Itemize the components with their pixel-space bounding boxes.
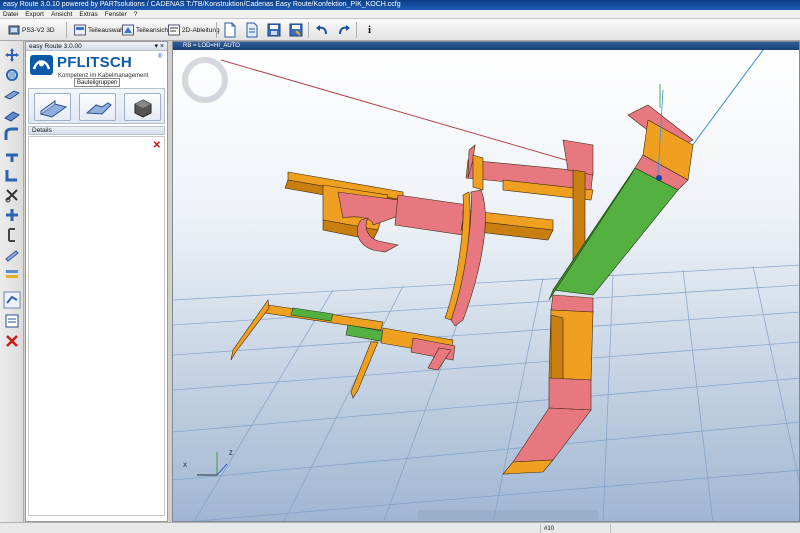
tray-segment-icon[interactable] (4, 107, 20, 123)
straight-tray-icon[interactable] (4, 87, 20, 103)
drawing-2d-icon (168, 24, 180, 36)
easy-route-panel: easy Route 3.0.00 ▾ × PFLITSCH ® Kompete… (25, 41, 168, 522)
parts-selection-icon (74, 24, 86, 36)
info-icon: i (368, 24, 372, 36)
undo-icon[interactable] (314, 22, 330, 38)
panel-controls[interactable]: ▾ × (154, 42, 164, 51)
window-title: easy Route 3.0.10 powered by PARTsolutio… (0, 0, 800, 10)
open-file-icon[interactable] (244, 22, 260, 38)
stack-icon[interactable] (4, 267, 20, 283)
toolbar-separator (66, 22, 67, 38)
axis-z-label: Z (229, 451, 233, 457)
panel-header: easy Route 3.0.00 ▾ × (26, 42, 167, 51)
menu-ansicht[interactable]: Ansicht (51, 10, 72, 18)
part-groups (28, 88, 165, 124)
bend-icon[interactable] (4, 127, 20, 143)
status-page: #10 (540, 524, 610, 533)
logo-text: PFLITSCH (57, 54, 132, 71)
panel-title: easy Route 3.0.00 (29, 43, 82, 50)
straight-tray-part-icon (39, 100, 68, 118)
details-panel: ✕ (28, 136, 165, 516)
menu-datei[interactable]: Datei (3, 10, 18, 18)
new-file-icon[interactable] (222, 22, 238, 38)
bracket-icon[interactable] (4, 227, 20, 243)
3d-viewport[interactable]: RB = LOD=HI_AUTO X Z (172, 41, 800, 522)
part-group-accessory-button[interactable] (124, 93, 161, 121)
viewport-header: RB = LOD=HI_AUTO (173, 42, 799, 50)
part-group-straight-button[interactable] (34, 93, 71, 121)
ps3d-icon (8, 25, 20, 35)
status-bar: #10 (0, 522, 800, 533)
accessory-part-icon (134, 99, 152, 118)
menu-bar: Datei Export Ansicht Extras Fenster ? (0, 10, 800, 19)
left-tool-strip (0, 41, 24, 533)
corner-icon[interactable] (4, 167, 20, 183)
ableitung-2d-button[interactable]: 2D-Ableitung (164, 22, 224, 38)
details-header: Details (28, 126, 165, 135)
menu-fenster[interactable]: Fenster (105, 10, 127, 18)
logo-registered: ® (158, 54, 163, 60)
fitting-part-icon (85, 102, 112, 115)
menu-help[interactable]: ? (134, 10, 138, 18)
route-select-icon[interactable] (3, 291, 21, 309)
save-as-icon[interactable] (288, 22, 304, 38)
part-group-fitting-button[interactable] (79, 93, 116, 121)
delete-icon[interactable] (4, 333, 20, 349)
ps3d-button[interactable]: PS3-V2 3D (4, 22, 59, 38)
pflitsch-logo-mark (30, 55, 53, 75)
cut-icon[interactable] (4, 187, 20, 203)
tee-icon[interactable] (4, 147, 20, 163)
parts-view-icon (122, 24, 134, 36)
info-button[interactable]: i (364, 22, 375, 38)
3d-scene[interactable] (173, 50, 800, 522)
toolbar-separator (356, 22, 357, 38)
rotate-icon[interactable] (4, 67, 20, 83)
main-toolbar: PS3-V2 3D Teileauswahl Teileansicht 2D-A… (0, 19, 800, 41)
cross-icon[interactable] (4, 207, 20, 223)
menu-extras[interactable]: Extras (79, 10, 97, 18)
menu-export[interactable]: Export (25, 10, 44, 18)
bom-icon[interactable] (4, 313, 20, 329)
cover-icon[interactable] (4, 247, 20, 263)
toolbar-separator (308, 22, 309, 38)
move-icon[interactable] (4, 47, 20, 63)
details-close-icon[interactable]: ✕ (153, 140, 161, 151)
status-empty (610, 524, 800, 533)
viewport-nav-strip (418, 510, 598, 520)
save-icon[interactable] (266, 22, 282, 38)
toolbar-separator (216, 22, 217, 38)
bauteilgruppen-label: Bauteilgruppen (74, 78, 121, 87)
axis-x-label: X (183, 463, 188, 469)
redo-icon[interactable] (336, 22, 352, 38)
